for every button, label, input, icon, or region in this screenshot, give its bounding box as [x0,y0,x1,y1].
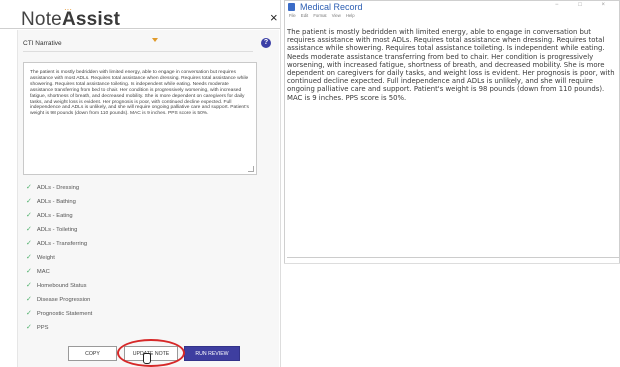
record-text[interactable]: The patient is mostly bedridden with lim… [287,23,619,102]
copy-button[interactable]: COPY [68,346,117,361]
checkmark-icon: ✓ [26,282,32,289]
checkmark-icon: ✓ [26,240,32,247]
checkmark-icon: ✓ [26,268,32,275]
checkmark-icon: ✓ [26,198,32,205]
checkmark-icon: ✓ [26,254,32,261]
checklist-item: ✓ ADLs - Transferring [26,240,88,247]
checklist-item: ✓ ADLs - Dressing [26,184,80,191]
menu-bar: File Edit Format View Help [289,13,359,18]
checklist-item: ✓ Weight [26,254,55,261]
checkmark-icon: ✓ [26,324,32,331]
checklist-item: ✓ Homebound Status [26,282,87,289]
checkmark-icon: ✓ [26,212,32,219]
menu-file[interactable]: File [289,13,296,18]
menu-view[interactable]: View [332,13,341,18]
chevron-down-icon[interactable] [152,38,158,42]
checklist-item: ✓ PPS [26,324,49,331]
checklist-item: ✓ ADLs - Toileting [26,226,78,233]
window-title: Medical Record [300,2,363,12]
window-controls[interactable]: − □ × [555,2,614,8]
document-icon [288,3,295,11]
checkmark-icon: ✓ [26,296,32,303]
checklist-item: ✓ Prognostic Statement [26,310,93,317]
menu-help[interactable]: Help [346,13,355,18]
note-assist-panel: NoteAssist ··· × CTI Narrative ? The pati… [0,0,281,367]
run-review-button[interactable]: RUN REVIEW [184,346,240,361]
note-type-dropdown[interactable]: CTI Narrative [23,37,253,52]
highlight-circle [117,339,185,367]
checkmark-icon: ✓ [26,226,32,233]
checklist-item: ✓ MAC [26,268,50,275]
close-icon[interactable]: × [270,11,278,24]
menu-format[interactable]: Format [313,13,326,18]
checkmark-icon: ✓ [26,310,32,317]
menu-edit[interactable]: Edit [301,13,308,18]
resize-handle[interactable] [248,166,254,172]
medical-record-window: Medical Record − □ × File Edit Format Vi… [284,0,620,264]
checkmark-icon: ✓ [26,184,32,191]
header-divider [0,28,280,29]
checklist-item: ✓ ADLs - Eating [26,212,73,219]
note-textarea[interactable]: The patient is mostly bedridden with lim… [23,62,257,175]
note-text[interactable]: The patient is mostly bedridden with lim… [30,70,250,117]
record-textarea[interactable]: The patient is mostly bedridden with lim… [287,23,619,258]
checklist-item: ✓ Disease Progression [26,296,91,303]
divider [284,263,620,264]
hand-cursor-icon [143,353,151,364]
help-icon[interactable]: ? [261,38,271,48]
checklist-item: ✓ ADLs - Bathing [26,198,76,205]
